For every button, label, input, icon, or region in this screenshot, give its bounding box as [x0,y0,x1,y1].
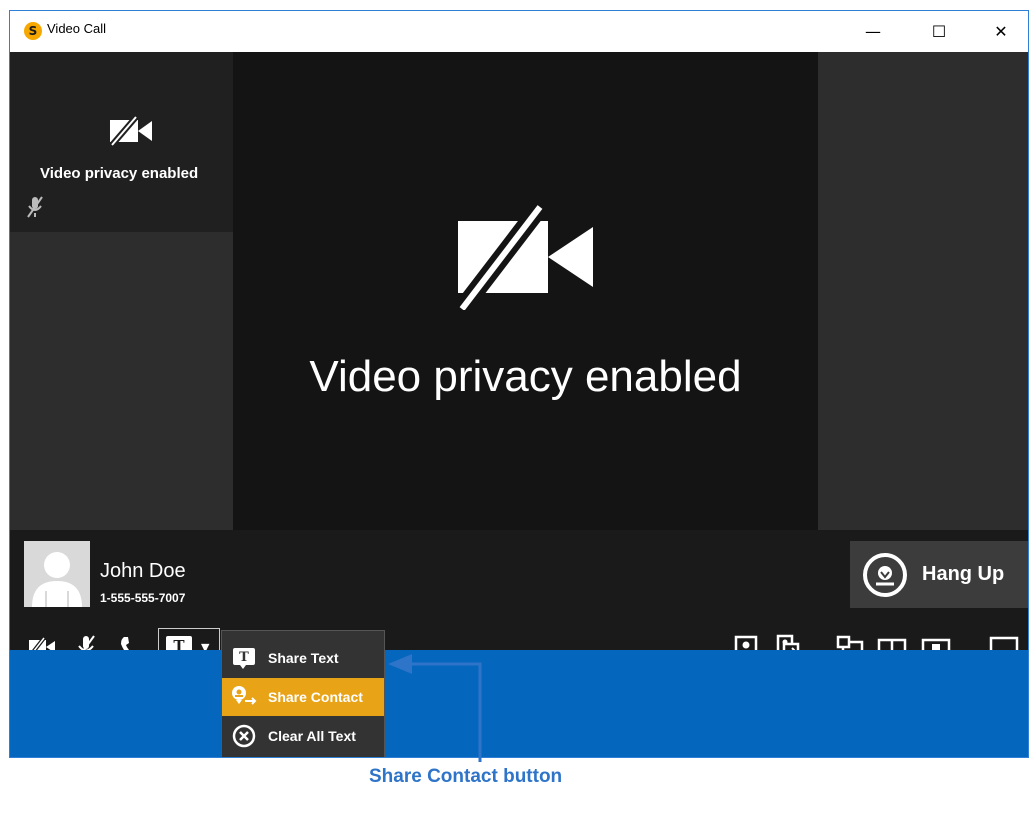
taskbar-area [10,650,1028,757]
mic-muted-icon [27,196,43,218]
clear-all-text-menu-item[interactable]: Clear All Text [222,717,384,755]
hang-up-button[interactable]: Hang Up [850,541,1028,608]
share-contact-icon [232,686,257,705]
video-privacy-icon [109,116,152,146]
app-logo-icon: S [24,22,42,40]
person-icon [32,552,82,607]
close-button[interactable]: ✕ [978,11,1024,52]
share-text-label: Share Text [268,650,339,666]
title-bar: S Video Call — ☐ ✕ [10,11,1028,52]
svg-text:T: T [239,650,249,665]
main-view-status: Video privacy enabled [309,352,742,401]
share-menu: T Share Text Share Contact Clear All Tex… [221,630,385,757]
caller-name: John Doe [100,560,186,582]
video-privacy-icon [458,205,593,310]
clear-all-text-label: Clear All Text [268,728,356,744]
hang-up-label: Hang Up [922,563,1005,585]
clear-text-icon [232,724,256,748]
share-contact-label: Share Contact [268,689,363,705]
self-view-tile: Video privacy enabled [10,52,253,232]
self-view-status: Video privacy enabled [40,165,199,182]
minimize-button[interactable]: — [850,11,896,52]
share-text-menu-item[interactable]: T Share Text [222,639,384,677]
main-video-area: Video privacy enabled [233,52,818,530]
share-text-icon: T [233,648,255,669]
callout-arrow [388,654,482,762]
share-contact-menu-item[interactable]: Share Contact [222,678,384,716]
video-call-window: S Video Call — ☐ ✕ Video privacy enabled… [9,10,1029,758]
right-panel [818,52,1028,530]
hang-up-icon [863,552,907,597]
avatar [24,541,90,607]
caller-number: 1-555-555-7007 [100,591,186,605]
maximize-button[interactable]: ☐ [916,11,962,52]
window-title: Video Call [47,21,107,36]
callout-label: Share Contact button [369,766,563,787]
